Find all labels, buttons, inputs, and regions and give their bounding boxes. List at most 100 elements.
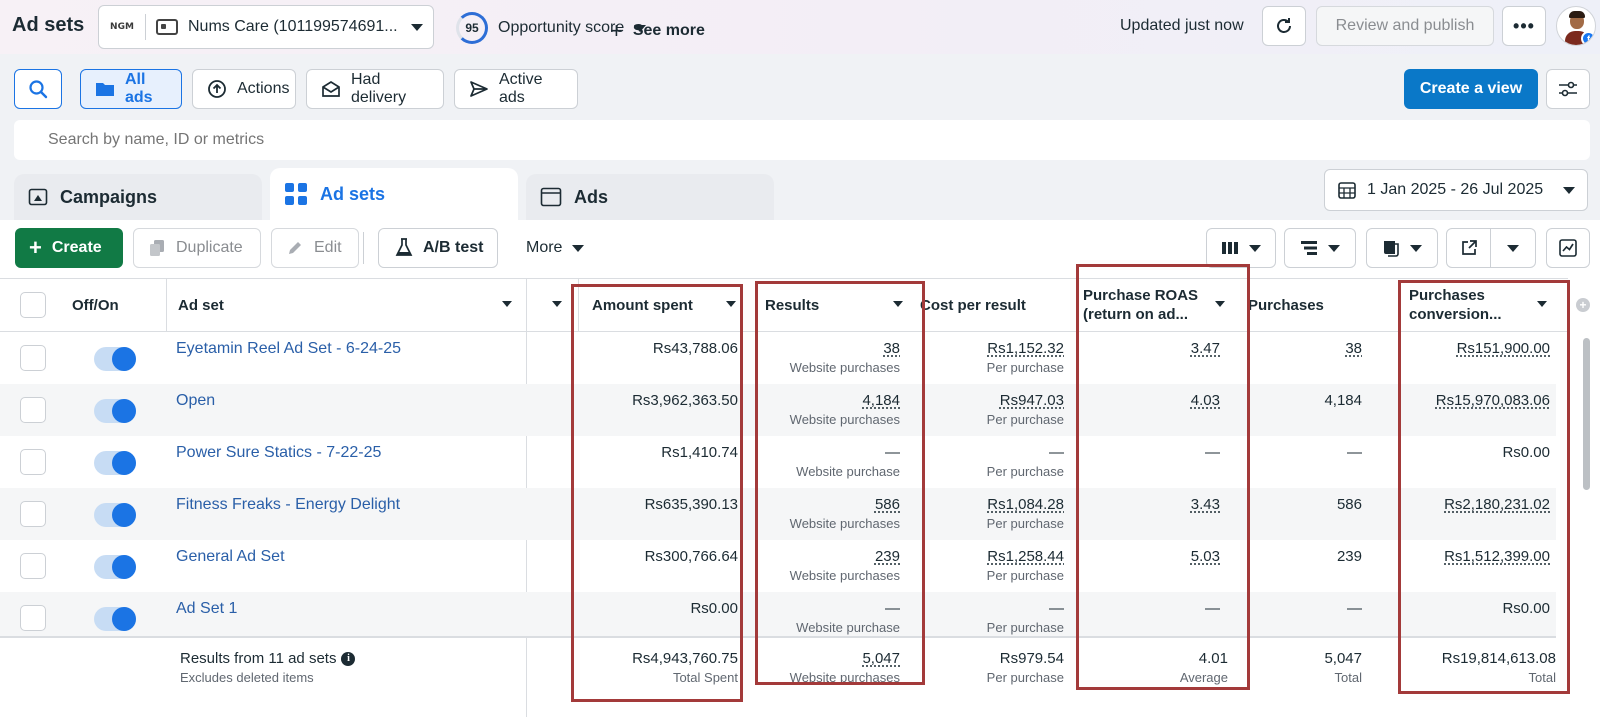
column-ad-set[interactable]: Ad set	[178, 279, 520, 331]
ad-set-name-link[interactable]: Fitness Freaks - Energy Delight	[176, 496, 400, 514]
row-checkbox[interactable]	[20, 345, 46, 371]
ad-set-name-link[interactable]: Ad Set 1	[176, 600, 237, 618]
chevron-down-icon[interactable]	[552, 301, 562, 307]
chevron-down-icon[interactable]	[1537, 301, 1547, 307]
export-button-group[interactable]	[1446, 228, 1536, 268]
table-row[interactable]: General Ad Set Rs300,766.64 239 Website pur…	[0, 540, 1556, 592]
purchases-value[interactable]: 38	[1240, 340, 1362, 357]
purchases-conversion-value[interactable]: Rs0.00	[1380, 600, 1550, 617]
edit-button[interactable]: Edit	[271, 228, 359, 268]
results-value[interactable]: 586	[760, 496, 900, 513]
purchases-value[interactable]: 586	[1240, 496, 1362, 513]
date-range-picker[interactable]: 1 Jan 2025 - 26 Jul 2025	[1324, 169, 1588, 211]
ad-set-name-link[interactable]: Eyetamin Reel Ad Set - 6-24-25	[176, 340, 401, 358]
roas-value[interactable]: —	[1080, 444, 1220, 461]
search-button[interactable]	[14, 69, 62, 109]
had-delivery-filter[interactable]: Had delivery	[306, 69, 444, 109]
column-purchases-conversion[interactable]: Purchases conversion...	[1409, 279, 1555, 331]
column-hidden[interactable]	[526, 279, 574, 331]
row-checkbox[interactable]	[20, 449, 46, 475]
create-button[interactable]: + Create	[15, 228, 123, 268]
export-button[interactable]	[1447, 229, 1491, 267]
results-value[interactable]: 4,184	[760, 392, 900, 409]
purchases-conversion-value[interactable]: Rs15,970,083.06	[1380, 392, 1550, 409]
more-dropdown[interactable]: More	[526, 228, 585, 268]
more-options-button[interactable]: •••	[1502, 6, 1546, 46]
avatar[interactable]: f	[1556, 6, 1596, 46]
cost-per-result-value[interactable]: Rs947.03	[920, 392, 1064, 409]
roas-value[interactable]: 3.43	[1080, 496, 1220, 513]
cost-per-result-value[interactable]: Rs1,084.28	[920, 496, 1064, 513]
row-toggle[interactable]	[94, 503, 136, 527]
purchases-value[interactable]: —	[1240, 600, 1362, 617]
column-purchases[interactable]: Purchases	[1248, 279, 1378, 331]
tab-campaigns[interactable]: Campaigns	[14, 174, 262, 220]
tab-ads[interactable]: Ads	[526, 174, 774, 220]
cost-per-result-value[interactable]: Rs1,152.32	[920, 340, 1064, 357]
purchases-value[interactable]: 4,184	[1240, 392, 1362, 409]
row-checkbox[interactable]	[20, 397, 46, 423]
breakdown-button[interactable]	[1284, 228, 1356, 268]
reports-button[interactable]	[1366, 228, 1438, 268]
row-toggle[interactable]	[94, 555, 136, 579]
table-row[interactable]: Fitness Freaks - Energy Delight Rs635,390…	[0, 488, 1556, 540]
refresh-button[interactable]	[1262, 6, 1306, 46]
cost-per-result-value[interactable]: Rs1,258.44	[920, 548, 1064, 565]
purchases-value[interactable]: —	[1240, 444, 1362, 461]
select-all-checkbox[interactable]	[20, 292, 46, 318]
results-value[interactable]: 239	[760, 548, 900, 565]
charts-button[interactable]	[1546, 228, 1590, 268]
column-purchase-roas[interactable]: Purchase ROAS (return on ad...	[1083, 279, 1231, 331]
vertical-scrollbar[interactable]	[1583, 338, 1590, 490]
results-value[interactable]: —	[760, 600, 900, 617]
roas-value[interactable]: 3.47	[1080, 340, 1220, 357]
duplicate-button[interactable]: Duplicate	[133, 228, 261, 268]
roas-value[interactable]: —	[1080, 600, 1220, 617]
column-off-on[interactable]: Off/On	[72, 279, 162, 331]
columns-button[interactable]	[1206, 228, 1276, 268]
ad-set-name-link[interactable]: General Ad Set	[176, 548, 285, 566]
all-ads-filter[interactable]: All ads	[80, 69, 182, 109]
export-options-button[interactable]	[1491, 229, 1535, 267]
row-toggle[interactable]	[94, 347, 136, 371]
row-checkbox[interactable]	[20, 605, 46, 631]
table-row[interactable]: Open Rs3,962,363.50 4,184 Website purchases…	[0, 384, 1556, 436]
row-toggle[interactable]	[94, 451, 136, 475]
purchases-conversion-value[interactable]: Rs151,900.00	[1380, 340, 1550, 357]
column-cost-per-result[interactable]: Cost per result	[920, 279, 1084, 331]
chevron-down-icon[interactable]	[893, 301, 903, 307]
see-more-button[interactable]: + See more	[610, 20, 705, 42]
ad-set-name-link[interactable]: Open	[176, 392, 215, 410]
add-column-icon[interactable]: +	[1576, 298, 1590, 312]
column-results[interactable]: Results	[765, 279, 911, 331]
active-ads-filter[interactable]: Active ads	[454, 69, 578, 109]
table-row[interactable]: Eyetamin Reel Ad Set - 6-24-25 Rs43,788.0…	[0, 332, 1556, 384]
search-input[interactable]	[14, 120, 1590, 160]
roas-value[interactable]: 4.03	[1080, 392, 1220, 409]
row-toggle[interactable]	[94, 607, 136, 631]
table-row[interactable]: Power Sure Statics - 7-22-25 Rs1,410.74 — W…	[0, 436, 1556, 488]
total-results[interactable]: 5,047	[760, 650, 900, 667]
results-value[interactable]: 38	[760, 340, 900, 357]
ab-test-button[interactable]: A/B test	[378, 228, 498, 268]
chevron-down-icon[interactable]	[726, 301, 736, 307]
purchases-conversion-value[interactable]: Rs1,512,399.00	[1380, 548, 1550, 565]
create-view-button[interactable]: Create a view	[1404, 69, 1538, 109]
info-icon[interactable]: i	[341, 651, 356, 666]
tab-ad-sets[interactable]: Ad sets	[270, 168, 518, 220]
row-checkbox[interactable]	[20, 553, 46, 579]
cost-per-result-value[interactable]: —	[920, 444, 1064, 461]
account-picker[interactable]: NGM Nums Care (101199574691...	[98, 5, 434, 49]
actions-filter[interactable]: Actions	[192, 69, 296, 109]
purchases-conversion-value[interactable]: Rs0.00	[1380, 444, 1550, 461]
cost-per-result-value[interactable]: —	[920, 600, 1064, 617]
column-amount-spent[interactable]: Amount spent	[592, 279, 748, 331]
customize-view-button[interactable]	[1546, 69, 1590, 109]
review-and-publish-button[interactable]: Review and publish	[1316, 6, 1494, 46]
chevron-down-icon[interactable]	[1215, 301, 1225, 307]
purchases-conversion-value[interactable]: Rs2,180,231.02	[1380, 496, 1550, 513]
roas-value[interactable]: 5.03	[1080, 548, 1220, 565]
results-value[interactable]: —	[760, 444, 900, 461]
chevron-down-icon[interactable]	[502, 301, 512, 307]
ad-set-name-link[interactable]: Power Sure Statics - 7-22-25	[176, 444, 381, 462]
